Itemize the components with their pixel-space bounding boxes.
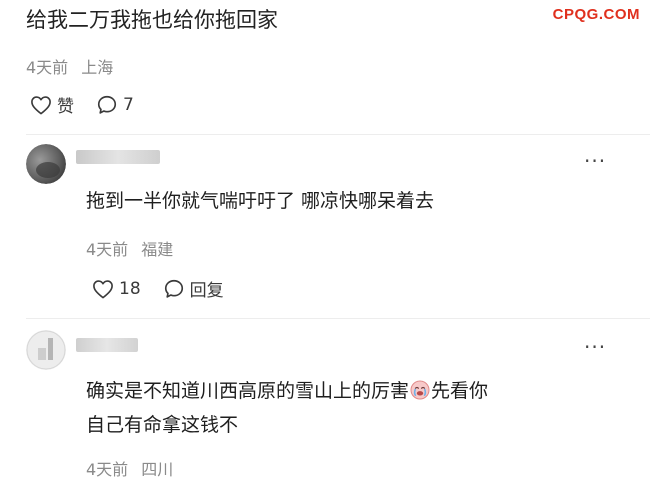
heart-outline-icon bbox=[30, 95, 52, 115]
top-comment-text: 给我二万我拖也给你拖回家 bbox=[26, 8, 278, 32]
blurred-username bbox=[76, 338, 138, 352]
reply-label: 回复 bbox=[189, 281, 224, 301]
reply-text-line-2: 自己有命拿这钱不 bbox=[86, 414, 239, 436]
avatar[interactable] bbox=[26, 330, 66, 370]
top-comment-actions: 赞 7 bbox=[30, 92, 134, 117]
comment-time: 4天前 bbox=[26, 58, 69, 77]
heart-outline-icon bbox=[92, 279, 114, 299]
reply-text-line-1: 确实是不知道川西高原的雪山上的厉害 先看你 bbox=[86, 374, 626, 408]
speech-bubble-icon bbox=[163, 278, 185, 300]
speech-bubble-icon bbox=[96, 94, 118, 116]
reply-time: 4天前 bbox=[86, 240, 129, 259]
reply-text: 确实是不知道川西高原的雪山上的厉害 先看你 自己有命拿这钱不 bbox=[86, 374, 626, 442]
crying-face-emoji bbox=[410, 377, 430, 400]
reply-count-button[interactable]: 7 bbox=[96, 94, 134, 116]
like-button[interactable]: 18 bbox=[92, 279, 141, 299]
blurred-username bbox=[76, 150, 160, 164]
reply-time: 4天前 bbox=[86, 460, 129, 479]
reply-actions: 18 回复 bbox=[92, 276, 224, 301]
avatar[interactable] bbox=[26, 144, 66, 184]
divider bbox=[26, 134, 650, 135]
more-dots-icon[interactable]: ··· bbox=[584, 151, 606, 171]
reply-meta: 4天前 四川 bbox=[86, 456, 173, 480]
reply-text: 拖到一半你就气喘吁吁了 哪凉快哪呆着去 bbox=[86, 190, 435, 212]
reply-location: 四川 bbox=[141, 460, 174, 479]
reply-count: 7 bbox=[123, 94, 134, 115]
like-button[interactable]: 赞 bbox=[30, 92, 74, 117]
like-count: 18 bbox=[119, 278, 141, 299]
reply-meta: 4天前 福建 bbox=[86, 236, 173, 260]
reply-button[interactable]: 回复 bbox=[163, 276, 224, 301]
site-watermark: CPQG.COM bbox=[552, 6, 640, 23]
like-label: 赞 bbox=[57, 97, 74, 117]
comment-location: 上海 bbox=[81, 58, 114, 77]
reply-location: 福建 bbox=[141, 240, 174, 259]
more-dots-icon[interactable]: ··· bbox=[584, 337, 606, 357]
comment-thread: CPQG.COM 给我二万我拖也给你拖回家 4天前 上海 赞 7 ··· 拖到一… bbox=[0, 0, 650, 496]
divider bbox=[26, 318, 650, 319]
top-comment-meta: 4天前 上海 bbox=[26, 54, 113, 78]
